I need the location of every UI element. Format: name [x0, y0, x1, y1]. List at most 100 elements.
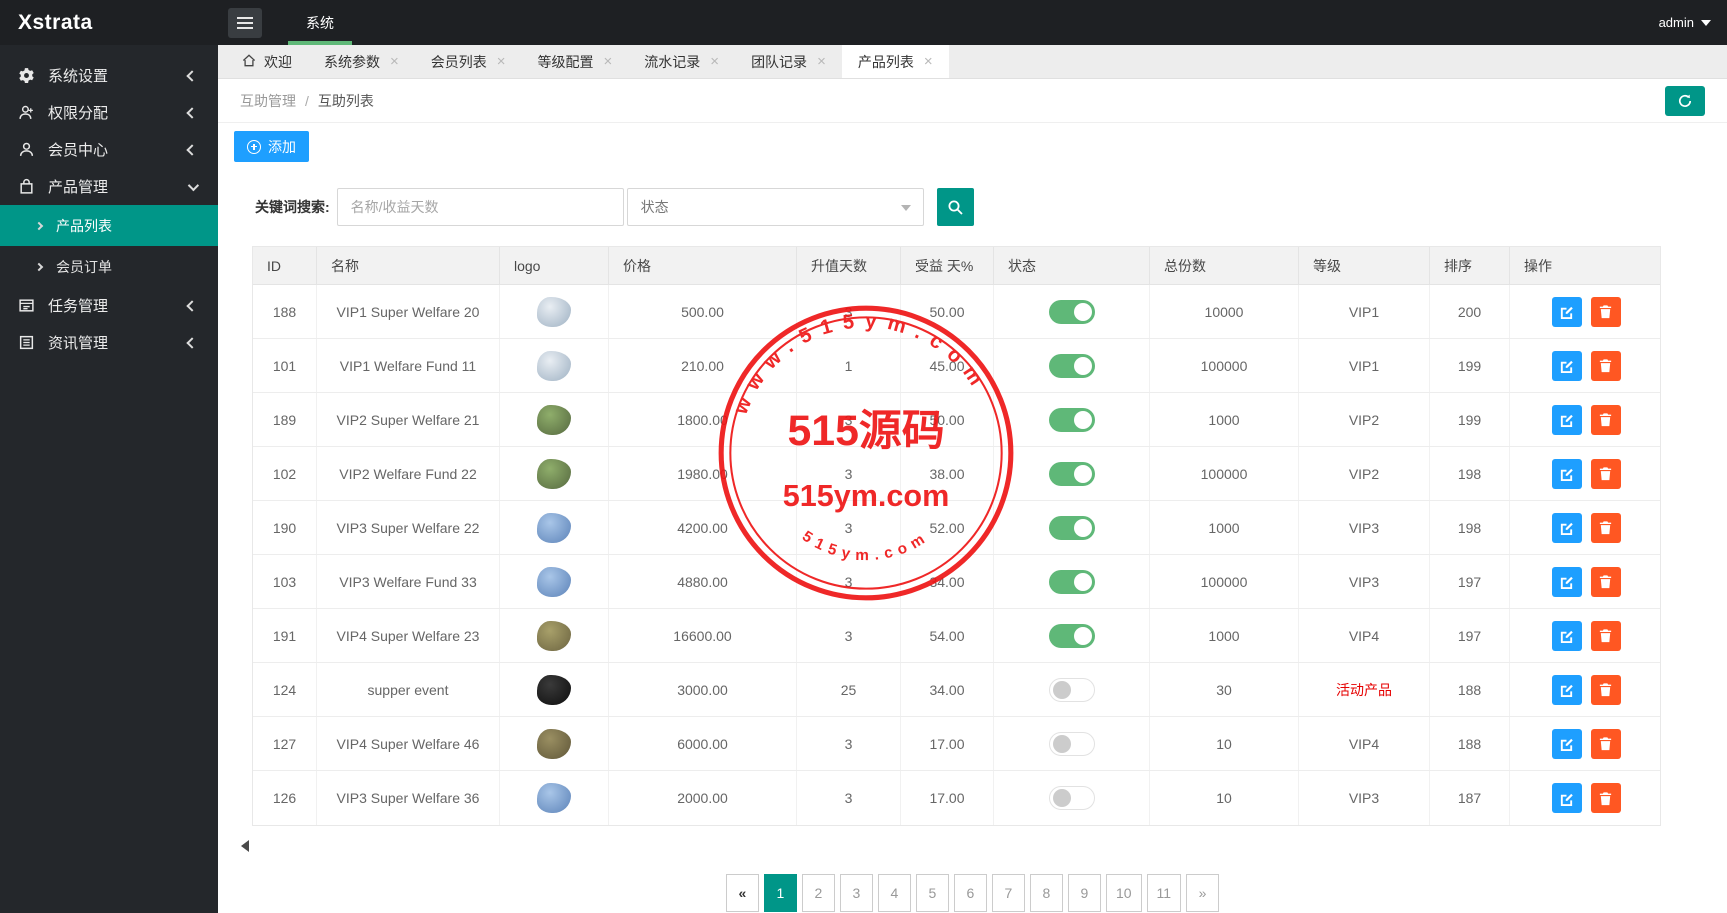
delete-button[interactable]	[1590, 620, 1621, 651]
hamburger-menu-icon[interactable]	[228, 7, 262, 38]
pagination: «1 2 3 4 5 6 7 8 9 10 11»	[218, 874, 1727, 912]
sidebar-subitem-product-list[interactable]: 产品列表	[0, 205, 218, 246]
tab-close-icon[interactable]: ×	[817, 54, 826, 69]
edit-button[interactable]	[1551, 674, 1582, 705]
breadcrumb-parent[interactable]: 互助管理	[240, 91, 296, 111]
delete-button[interactable]	[1590, 296, 1621, 327]
page-button-»[interactable]: »	[1186, 874, 1220, 912]
delete-button[interactable]	[1590, 350, 1621, 381]
tab-label: 等级配置	[537, 53, 594, 70]
sidebar-item-permissions[interactable]: 权限分配	[0, 94, 218, 131]
cell-level: VIP3	[1299, 771, 1430, 825]
refresh-button[interactable]	[1665, 85, 1705, 116]
delete-button[interactable]	[1590, 458, 1621, 489]
cell-actions	[1510, 609, 1662, 662]
status-toggle[interactable]	[1048, 677, 1095, 702]
page-button-8[interactable]: 8	[1029, 874, 1063, 912]
page-button-3[interactable]: 3	[839, 874, 873, 912]
content-area: 添加 关键词搜索: 状态 ID名称logo价格升值天数受益 天%状态总份数等级排…	[218, 123, 1727, 912]
cell-price: 16600.00	[609, 609, 797, 662]
delete-button[interactable]	[1590, 512, 1621, 543]
status-toggle[interactable]	[1048, 623, 1095, 648]
column-header-价格: 价格	[609, 247, 797, 284]
brand-logo[interactable]: Xstrata	[0, 11, 218, 35]
column-header-排序: 排序	[1430, 247, 1510, 284]
cell-id: 102	[253, 447, 317, 500]
page-button-6[interactable]: 6	[953, 874, 987, 912]
delete-button[interactable]	[1590, 566, 1621, 597]
table-row: 126 VIP3 Super Welfare 36 2000.00 3 17.00 10 V…	[253, 771, 1660, 825]
status-toggle[interactable]	[1048, 515, 1095, 540]
cell-days: 3	[797, 609, 901, 662]
edit-button[interactable]	[1551, 566, 1582, 597]
tab-close-icon[interactable]: ×	[710, 54, 719, 69]
sidebar-item-product-manage[interactable]: 产品管理	[0, 168, 218, 205]
tab-close-icon[interactable]: ×	[924, 54, 933, 69]
edit-button[interactable]	[1551, 404, 1582, 435]
status-toggle[interactable]	[1048, 461, 1095, 486]
tab-等级配置[interactable]: 等级配置 ×	[522, 45, 629, 78]
tab-close-icon[interactable]: ×	[604, 54, 613, 69]
tab-欢迎[interactable]: 欢迎	[226, 45, 308, 78]
delete-button[interactable]	[1590, 728, 1621, 759]
delete-button[interactable]	[1590, 404, 1621, 435]
edit-button[interactable]	[1551, 783, 1582, 813]
user-menu[interactable]: admin	[1659, 15, 1711, 30]
search-button[interactable]	[936, 188, 974, 226]
sidebar-item-news-manage[interactable]: 资讯管理	[0, 324, 218, 361]
table-row: 127 VIP4 Super Welfare 46 6000.00 3 17.00 10 V…	[253, 717, 1660, 771]
status-toggle[interactable]	[1048, 786, 1095, 810]
sidebar-item-task-manage[interactable]: 任务管理	[0, 287, 218, 324]
status-toggle[interactable]	[1048, 731, 1095, 756]
chevron-down-icon	[187, 179, 200, 191]
tab-close-icon[interactable]: ×	[390, 54, 399, 69]
status-toggle[interactable]	[1048, 569, 1095, 594]
delete-button[interactable]	[1590, 783, 1621, 813]
page-button-5[interactable]: 5	[915, 874, 949, 912]
page-button-7[interactable]: 7	[991, 874, 1025, 912]
tab-团队记录[interactable]: 团队记录 ×	[735, 45, 842, 78]
edit-button[interactable]	[1551, 728, 1582, 759]
page-button-1[interactable]: 1	[763, 874, 797, 912]
topmenu-system[interactable]: 系统	[280, 0, 360, 45]
edit-button[interactable]	[1551, 458, 1582, 489]
status-toggle[interactable]	[1048, 353, 1095, 378]
column-header-受益 天%: 受益 天%	[901, 247, 994, 284]
tab-会员列表[interactable]: 会员列表 ×	[415, 45, 522, 78]
cell-status	[994, 609, 1150, 662]
scroll-left-arrow-icon[interactable]	[241, 840, 249, 852]
page-button-9[interactable]: 9	[1067, 874, 1101, 912]
delete-button[interactable]	[1590, 674, 1621, 705]
status-select[interactable]: 状态	[626, 188, 924, 226]
tab-系统参数[interactable]: 系统参数 ×	[308, 45, 415, 78]
add-button[interactable]: 添加	[234, 131, 309, 162]
edit-button[interactable]	[1551, 620, 1582, 651]
tab-流水记录[interactable]: 流水记录 ×	[628, 45, 735, 78]
sidebar-subitem-label: 产品列表	[56, 217, 112, 234]
topmenu-system-label: 系统	[306, 14, 334, 31]
edit-button[interactable]	[1551, 350, 1582, 381]
tab-close-icon[interactable]: ×	[497, 54, 506, 69]
sidebar-item-member-center[interactable]: 会员中心	[0, 131, 218, 168]
cell-id: 103	[253, 555, 317, 608]
product-logo-image	[537, 350, 571, 381]
page-button-10[interactable]: 10	[1105, 874, 1142, 912]
status-toggle[interactable]	[1048, 299, 1095, 324]
sidebar-item-system-settings[interactable]: 系统设置	[0, 57, 218, 94]
page-button-«[interactable]: «	[725, 874, 759, 912]
edit-button[interactable]	[1551, 512, 1582, 543]
cell-sort: 198	[1430, 501, 1510, 554]
status-toggle[interactable]	[1048, 407, 1095, 432]
edit-button[interactable]	[1551, 296, 1582, 327]
page-button-11[interactable]: 11	[1146, 874, 1182, 912]
sidebar-subitem-member-orders[interactable]: 会员订单	[0, 246, 218, 287]
breadcrumb-separator: /	[305, 92, 309, 109]
cell-days: 25	[797, 663, 901, 716]
page-button-2[interactable]: 2	[801, 874, 835, 912]
chevron-right-icon	[34, 221, 44, 230]
sidebar-subitem-label: 会员订单	[56, 258, 112, 275]
page-button-4[interactable]: 4	[877, 874, 911, 912]
cell-days: 3	[797, 771, 901, 825]
keyword-input[interactable]	[336, 188, 624, 226]
tab-产品列表[interactable]: 产品列表 ×	[841, 45, 949, 78]
